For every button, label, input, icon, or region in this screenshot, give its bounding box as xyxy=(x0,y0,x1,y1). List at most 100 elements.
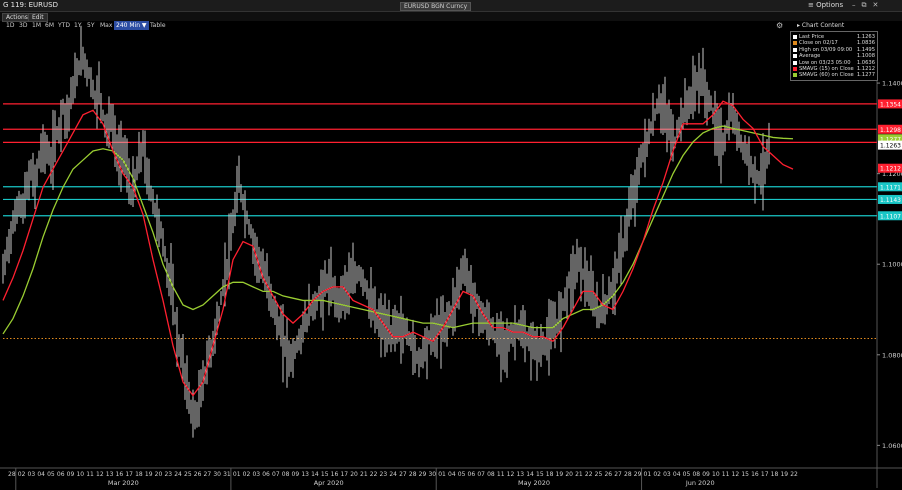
price-bars xyxy=(2,25,770,438)
x-tick-label: 15 xyxy=(741,471,749,478)
x-tick-label: 05 xyxy=(683,471,691,478)
x-tick-label: 28 xyxy=(8,471,16,478)
legend-label: Last Price xyxy=(799,34,825,40)
x-tick-label: 09 xyxy=(702,471,710,478)
x-tick-label: 16 xyxy=(116,471,124,478)
legend-label: Close on 02/17 xyxy=(799,40,838,47)
x-tick-label: 29 xyxy=(634,471,642,478)
x-tick-label: 21 xyxy=(360,471,368,478)
x-tick-label: 05 xyxy=(458,471,466,478)
x-tick-label: 04 xyxy=(448,471,456,478)
level-tag-5: 1.1107 xyxy=(880,213,901,220)
legend-value: 1.1277 xyxy=(856,72,875,79)
level-tag-4: 1.1143 xyxy=(880,197,901,204)
price-chart[interactable]: 1.14001.12001.10001.08001.06001.13541.12… xyxy=(0,0,902,490)
x-tick-label: 08 xyxy=(282,471,290,478)
x-tick-label: 27 xyxy=(204,471,212,478)
x-tick-label: 05 xyxy=(47,471,55,478)
x-tick-label: 29 xyxy=(419,471,427,478)
legend-label: SMAVG (15) on Close xyxy=(799,66,854,72)
x-tick-label: 22 xyxy=(790,471,798,478)
legend-label: High on 03/09 09:00 xyxy=(799,46,853,53)
x-tick-label: 02 xyxy=(653,471,661,478)
legend-value: 1.1263 xyxy=(856,34,875,40)
legend-row[interactable]: Low on 03/23 05:00 1.0636 xyxy=(793,60,875,66)
legend-swatch xyxy=(793,54,797,59)
x-tick-label: 21 xyxy=(575,471,583,478)
x-month-label: Mar 2020 xyxy=(108,479,139,487)
x-tick-label: 12 xyxy=(732,471,740,478)
x-month-label: Jun 2020 xyxy=(685,479,715,487)
legend-row[interactable]: High on 03/09 09:00 1.1495 xyxy=(793,47,875,53)
legend-value: 1.1008 xyxy=(856,53,875,60)
legend-value: 1.1212 xyxy=(856,66,875,72)
y-tick-label: 1.0800 xyxy=(882,351,902,359)
x-tick-label: 19 xyxy=(556,471,564,478)
legend-swatch xyxy=(793,41,797,46)
x-tick-label: 22 xyxy=(585,471,593,478)
marker-tag-1: 1.1212 xyxy=(880,166,901,173)
x-tick-label: 18 xyxy=(771,471,779,478)
legend-row[interactable]: Last Price 1.1263 xyxy=(793,34,875,40)
legend-row[interactable]: Average 1.1008 xyxy=(793,53,875,59)
x-tick-label: 17 xyxy=(761,471,769,478)
chart-legend: Last Price 1.1263 Close on 02/17 1.0836 High… xyxy=(790,31,878,81)
legend-swatch xyxy=(793,35,797,39)
x-tick-label: 30 xyxy=(213,471,221,478)
x-tick-label: 04 xyxy=(37,471,45,478)
x-tick-label: 15 xyxy=(536,471,544,478)
x-tick-label: 15 xyxy=(321,471,329,478)
level-tag-0: 1.1354 xyxy=(880,101,901,108)
legend-value: 1.1495 xyxy=(856,46,875,53)
x-tick-label: 20 xyxy=(350,471,358,478)
x-tick-label: 08 xyxy=(692,471,700,478)
x-tick-label: 08 xyxy=(487,471,495,478)
x-tick-label: 25 xyxy=(184,471,192,478)
x-tick-label: 30 xyxy=(428,471,436,478)
x-tick-label: 18 xyxy=(135,471,143,478)
x-tick-label: 04 xyxy=(673,471,681,478)
x-tick-label: 07 xyxy=(477,471,485,478)
x-tick-label: 28 xyxy=(624,471,632,478)
x-tick-label: 19 xyxy=(145,471,153,478)
x-tick-label: 18 xyxy=(546,471,554,478)
x-tick-label: 06 xyxy=(262,471,270,478)
x-tick-label: 07 xyxy=(272,471,280,478)
x-tick-label: 22 xyxy=(370,471,378,478)
x-tick-label: 27 xyxy=(399,471,407,478)
x-tick-label: 24 xyxy=(389,471,397,478)
legend-value: 1.0836 xyxy=(856,40,875,47)
x-tick-label: 01 xyxy=(644,471,652,478)
x-tick-label: 06 xyxy=(468,471,476,478)
x-tick-label: 26 xyxy=(604,471,612,478)
x-tick-label: 02 xyxy=(243,471,251,478)
y-tick-label: 1.0600 xyxy=(882,442,902,450)
legend-row[interactable]: SMAVG (15) on Close 1.1212 xyxy=(793,66,875,72)
legend-swatch xyxy=(793,67,797,71)
x-tick-label: 01 xyxy=(438,471,446,478)
x-tick-label: 20 xyxy=(565,471,573,478)
x-month-label: May 2020 xyxy=(518,479,550,487)
x-tick-label: 09 xyxy=(292,471,300,478)
x-tick-label: 17 xyxy=(340,471,348,478)
legend-row[interactable]: SMAVG (60) on Close 1.1277 xyxy=(793,72,875,78)
marker-tag-2: 1.1263 xyxy=(880,143,901,150)
x-tick-label: 13 xyxy=(301,471,309,478)
x-tick-label: 03 xyxy=(28,471,36,478)
level-tag-3: 1.1171 xyxy=(880,184,901,191)
legend-row[interactable]: Close on 02/17 1.0836 xyxy=(793,40,875,46)
legend-swatch xyxy=(793,47,797,52)
x-tick-label: 28 xyxy=(409,471,417,478)
x-tick-label: 31 xyxy=(223,471,231,478)
x-month-label: Apr 2020 xyxy=(314,479,344,487)
y-tick-label: 1.1400 xyxy=(882,80,902,88)
x-tick-label: 16 xyxy=(331,471,339,478)
y-tick-label: 1.1000 xyxy=(882,261,902,269)
x-tick-label: 06 xyxy=(57,471,65,478)
x-tick-label: 11 xyxy=(86,471,94,478)
x-tick-label: 11 xyxy=(722,471,730,478)
x-tick-label: 17 xyxy=(125,471,133,478)
legend-swatch xyxy=(793,60,797,65)
legend-swatch xyxy=(793,73,797,78)
x-tick-label: 23 xyxy=(380,471,388,478)
